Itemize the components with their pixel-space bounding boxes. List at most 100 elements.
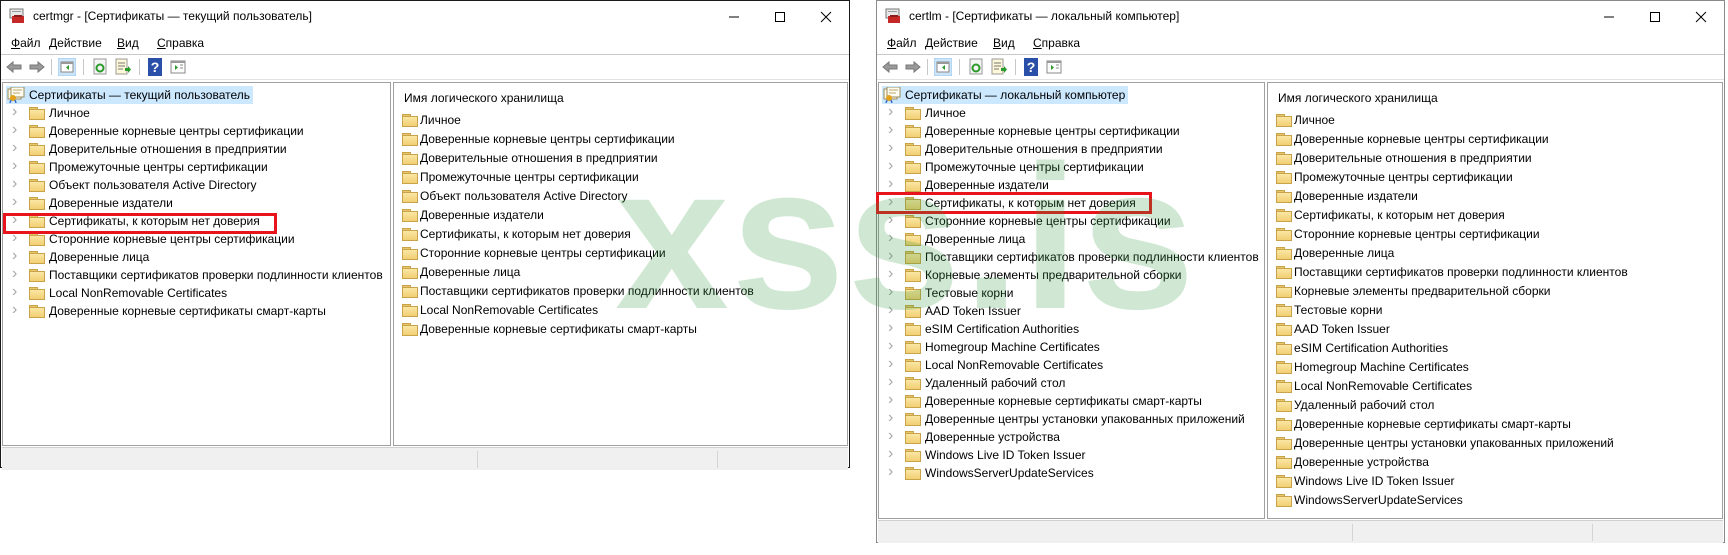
list-item[interactable]: WindowsServerUpdateServices — [1268, 491, 1722, 509]
chevron-right-icon[interactable]: › — [888, 319, 893, 337]
list-item[interactable]: Local NonRemovable Certificates — [1268, 377, 1722, 395]
tree-item[interactable]: › Homegroup Machine Certificates — [879, 337, 1264, 356]
tree-item[interactable]: › Промежуточные центры сертификации — [3, 157, 390, 176]
close-button[interactable] — [803, 1, 849, 32]
list-item[interactable]: Доверенные корневые сертификаты смарт-ка… — [394, 320, 847, 338]
list-item[interactable]: Доверенные издатели — [394, 206, 847, 224]
show-action-pane-button[interactable] — [169, 58, 187, 76]
chevron-right-icon[interactable]: › — [888, 229, 893, 247]
tree-item[interactable]: › Доверительные отношения в предприятии — [879, 139, 1264, 158]
list-item[interactable]: Тестовые корни — [1268, 301, 1722, 319]
tree-item[interactable]: › Удаленный рабочий стол — [879, 373, 1264, 392]
chevron-right-icon[interactable]: › — [888, 391, 893, 409]
list-item[interactable]: Промежуточные центры сертификации — [1268, 168, 1722, 186]
chevron-right-icon[interactable]: › — [12, 265, 17, 283]
tree-item[interactable]: › Windows Live ID Token Issuer — [879, 445, 1264, 464]
forward-arrow-button[interactable] — [28, 58, 46, 76]
tree-item[interactable]: › Промежуточные центры сертификации — [879, 157, 1264, 176]
list-item[interactable]: Windows Live ID Token Issuer — [1268, 472, 1722, 490]
forward-arrow-button[interactable] — [904, 58, 922, 76]
list-item[interactable]: Доверенные лица — [1268, 244, 1722, 262]
chevron-right-icon[interactable]: › — [888, 373, 893, 391]
chevron-right-icon[interactable]: › — [888, 445, 893, 463]
tree-item[interactable]: › Доверенные корневые сертификаты смарт-к… — [879, 391, 1264, 410]
tree-item[interactable]: › Доверительные отношения в предприятии — [3, 139, 390, 158]
tree-item[interactable]: › Объект пользователя Active Directory — [3, 175, 390, 194]
tree-item[interactable]: › Local NonRemovable Certificates — [879, 355, 1264, 374]
tree-item[interactable]: › Доверенные корневые центры сертификации — [3, 121, 390, 140]
export-list-button[interactable] — [114, 58, 132, 76]
chevron-right-icon[interactable]: › — [12, 193, 17, 211]
list-item[interactable]: Сертификаты, к которым нет доверия — [394, 225, 847, 243]
export-list-button[interactable] — [990, 58, 1008, 76]
chevron-right-icon[interactable]: › — [888, 337, 893, 355]
minimize-button[interactable] — [711, 1, 757, 32]
list-item[interactable]: Доверенные лица — [394, 263, 847, 281]
list-item[interactable]: AAD Token Issuer — [1268, 320, 1722, 338]
chevron-right-icon[interactable]: › — [888, 103, 893, 121]
chevron-right-icon[interactable]: › — [12, 283, 17, 301]
chevron-right-icon[interactable]: › — [888, 121, 893, 139]
tree-item[interactable]: › Сторонние корневые центры сертификации — [879, 211, 1264, 230]
list-item[interactable]: Удаленный рабочий стол — [1268, 396, 1722, 414]
tree-item[interactable]: › Доверенные лица — [3, 247, 390, 266]
menu-item-file[interactable]: Файл — [11, 36, 41, 50]
chevron-right-icon[interactable]: › — [888, 301, 893, 319]
list-item[interactable]: Homegroup Machine Certificates — [1268, 358, 1722, 376]
chevron-right-icon[interactable]: › — [12, 103, 17, 121]
chevron-right-icon[interactable]: › — [12, 157, 17, 175]
help-button[interactable]: ? — [146, 58, 164, 76]
back-arrow-button[interactable] — [881, 58, 899, 76]
chevron-right-icon[interactable]: › — [888, 409, 893, 427]
chevron-right-icon[interactable]: › — [12, 139, 17, 157]
list-item[interactable]: Local NonRemovable Certificates — [394, 301, 847, 319]
list-item[interactable]: Сторонние корневые центры сертификации — [394, 244, 847, 262]
chevron-right-icon[interactable]: › — [12, 175, 17, 193]
menu-item-help[interactable]: Справка — [157, 36, 204, 50]
list-item[interactable]: Доверенные издатели — [1268, 187, 1722, 205]
chevron-right-icon[interactable]: › — [12, 301, 17, 319]
menu-item-file[interactable]: Файл — [887, 36, 917, 50]
tree-item[interactable]: › Поставщики сертификатов проверки подлин… — [3, 265, 390, 284]
column-header-logical-store-name[interactable]: Имя логического хранилища — [1268, 89, 1722, 107]
tree-item[interactable]: › Поставщики сертификатов проверки подлин… — [879, 247, 1264, 266]
tree-item[interactable]: › AAD Token Issuer — [879, 301, 1264, 320]
chevron-right-icon[interactable]: › — [12, 121, 17, 139]
menu-item-view[interactable]: Вид — [993, 36, 1015, 50]
tree-root-node[interactable]: Сертификаты — текущий пользователь — [6, 86, 253, 104]
maximize-button[interactable] — [1632, 1, 1678, 32]
list-item[interactable]: Доверенные центры установки упакованных … — [1268, 434, 1722, 452]
list-item[interactable]: Корневые элементы предварительной сборки — [1268, 282, 1722, 300]
show-hide-console-tree-button[interactable] — [57, 57, 77, 77]
tree-item[interactable]: › Local NonRemovable Certificates — [3, 283, 390, 302]
tree-item[interactable]: › Доверенные корневые центры сертификации — [879, 121, 1264, 140]
minimize-button[interactable] — [1586, 1, 1632, 32]
refresh-button[interactable] — [967, 58, 985, 76]
tree-item[interactable]: › Корневые элементы предварительной сборк… — [879, 265, 1264, 284]
list-item[interactable]: Доверительные отношения в предприятии — [394, 149, 847, 167]
chevron-right-icon[interactable]: › — [888, 427, 893, 445]
results-list-pane[interactable]: Имя логического хранилища Личное Доверенны… — [1267, 82, 1723, 519]
menu-item-action[interactable]: Действие — [925, 36, 978, 50]
menu-item-view[interactable]: Вид — [117, 36, 139, 50]
list-item[interactable]: Поставщики сертификатов проверки подлинн… — [394, 282, 847, 300]
tree-item[interactable]: › WindowsServerUpdateServices — [879, 463, 1264, 482]
tree-item[interactable]: › Доверенные устройства — [879, 427, 1264, 446]
list-item[interactable]: Доверенные корневые центры сертификации — [394, 130, 847, 148]
list-item[interactable]: Объект пользователя Active Directory — [394, 187, 847, 205]
close-button[interactable] — [1678, 1, 1724, 32]
list-item[interactable]: Личное — [394, 111, 847, 129]
chevron-right-icon[interactable]: › — [888, 247, 893, 265]
list-item[interactable]: Доверенные корневые центры сертификации — [1268, 130, 1722, 148]
tree-item[interactable]: › eSIM Certification Authorities — [879, 319, 1264, 338]
tree-item[interactable]: › Тестовые корни — [879, 283, 1264, 302]
refresh-button[interactable] — [91, 58, 109, 76]
chevron-right-icon[interactable]: › — [888, 463, 893, 481]
menu-item-help[interactable]: Справка — [1033, 36, 1080, 50]
back-arrow-button[interactable] — [5, 58, 23, 76]
list-item[interactable]: Сторонние корневые центры сертификации — [1268, 225, 1722, 243]
tree-item[interactable]: › Доверенные корневые сертификаты смарт-к… — [3, 301, 390, 320]
chevron-right-icon[interactable]: › — [888, 283, 893, 301]
tree-item[interactable]: › Доверенные лица — [879, 229, 1264, 248]
console-tree-pane[interactable]: Сертификаты — текущий пользователь › Лично… — [2, 82, 391, 446]
